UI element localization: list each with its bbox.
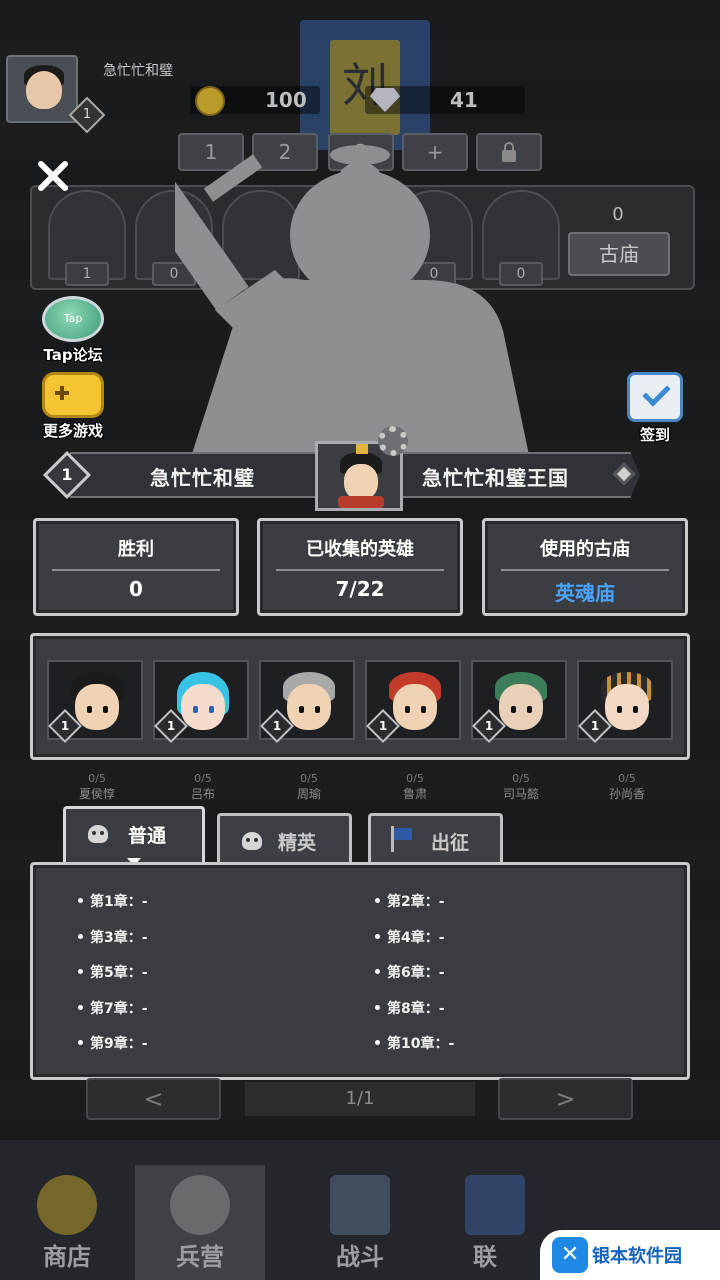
- hero-portrait-face: [181, 684, 225, 730]
- gem-value: 41: [450, 88, 478, 112]
- stat-heroes-value: 7/22: [335, 577, 385, 601]
- dim-hero-count: 0/5: [512, 772, 530, 785]
- calendar-check-icon: [627, 372, 683, 422]
- nav-battle-label: 战斗: [336, 1242, 384, 1271]
- stat-temple-title: 使用的古庙: [540, 539, 630, 560]
- stat-wins-value: 0: [129, 577, 143, 601]
- dim-hero-count: 0/5: [618, 772, 636, 785]
- checkin-button[interactable]: 签到: [610, 372, 700, 445]
- dim-hero-count: 0/5: [194, 772, 212, 785]
- more-games-label: 更多游戏: [42, 422, 103, 440]
- shop-icon: [37, 1175, 97, 1235]
- chapter-item[interactable]: 第7章：-: [78, 998, 148, 1018]
- nav-shop[interactable]: 商店: [2, 1165, 132, 1280]
- tab-normal-label: 普通: [128, 825, 167, 847]
- more-games-button[interactable]: 更多游戏: [28, 372, 118, 441]
- hero-card[interactable]: 1: [153, 660, 249, 743]
- hero-portrait-face: [393, 684, 437, 730]
- gear-icon[interactable]: [378, 426, 408, 456]
- page-indicator: 1/1: [245, 1082, 475, 1116]
- flag-icon: [389, 826, 413, 852]
- kingdom-name: 急忙忙和璧王国: [422, 466, 569, 490]
- dim-hero-name: 吕布: [190, 787, 215, 801]
- stat-heroes-collected: 已收集的英雄 7/22: [257, 518, 463, 616]
- tap-forum-button[interactable]: Tap Tap论坛: [28, 296, 118, 365]
- chapter-item[interactable]: 第3章：-: [78, 927, 148, 947]
- nav-alliance-label: 联: [473, 1242, 497, 1271]
- hero-portrait-face: [75, 684, 119, 730]
- nav-battle[interactable]: 战斗: [295, 1165, 425, 1280]
- hero-card[interactable]: 1: [471, 660, 567, 743]
- prev-page-button[interactable]: <: [86, 1078, 221, 1120]
- tap-icon: Tap: [42, 296, 104, 342]
- gamepad-icon: [42, 372, 104, 418]
- chapter-item[interactable]: 第10章：-: [375, 1033, 454, 1053]
- chapter-item[interactable]: 第6章：-: [375, 962, 445, 982]
- watermark-text: 银本软件园: [592, 1246, 682, 1267]
- dim-hero-count: 0/5: [300, 772, 318, 785]
- stat-heroes-title: 已收集的英雄: [306, 539, 414, 560]
- watermark: ✕ 银本软件园: [540, 1230, 720, 1280]
- next-page-button[interactable]: >: [498, 1078, 633, 1120]
- dim-hero-name: 鲁肃: [402, 787, 427, 801]
- dim-hero-name: 孙尚香: [608, 787, 645, 801]
- watermark-logo-icon: ✕: [552, 1237, 588, 1273]
- gold-value: 100: [265, 88, 307, 112]
- tab-expedition[interactable]: 出征: [368, 813, 503, 863]
- tap-forum-label: Tap论坛: [43, 346, 103, 364]
- temple-button: 古庙: [568, 232, 670, 276]
- stat-temple-value: 英魂庙: [555, 581, 615, 605]
- hero-silhouette: [175, 145, 530, 460]
- hud-player-name: 急忙忙和璧: [103, 63, 173, 79]
- stat-temple-used: 使用的古庙 英魂庙: [482, 518, 688, 616]
- hud-avatar: [6, 55, 78, 123]
- dim-hero-name: 周瑜: [296, 787, 321, 801]
- skull-icon: [88, 825, 108, 843]
- hero-portrait-face: [287, 684, 331, 730]
- nav-alliance[interactable]: 联: [455, 1165, 535, 1280]
- chapter-item[interactable]: 第1章：-: [78, 891, 148, 911]
- banner-icon: [465, 1175, 525, 1235]
- chapter-item[interactable]: 第4章：-: [375, 927, 445, 947]
- tab-normal[interactable]: 普通: [63, 806, 205, 866]
- chapter-item[interactable]: 第9章：-: [78, 1033, 148, 1053]
- hero-card[interactable]: 1: [365, 660, 461, 743]
- collected-heroes-panel: 1 1 1 1 1 1: [30, 633, 690, 760]
- nav-barracks[interactable]: 兵营: [135, 1165, 265, 1280]
- tab-elite[interactable]: 精英: [217, 813, 352, 863]
- checkin-label: 签到: [639, 426, 670, 444]
- stat-wins-title: 胜利: [118, 539, 154, 560]
- dim-hero-count: 0/5: [406, 772, 424, 785]
- skull-icon: [242, 832, 262, 850]
- dim-hero-count: 0/5: [88, 772, 106, 785]
- temple-count: 0: [612, 204, 624, 225]
- nav-shop-label: 商店: [43, 1242, 91, 1271]
- coin-icon: [195, 86, 225, 116]
- nav-barracks-label: 兵营: [176, 1242, 224, 1271]
- player-name: 急忙忙和璧: [150, 466, 255, 490]
- tab-elite-label: 精英: [278, 832, 317, 854]
- close-icon[interactable]: [30, 156, 74, 196]
- hero-card[interactable]: 1: [259, 660, 355, 743]
- dim-hero-name: 夏侯惇: [78, 787, 115, 801]
- chapter-item[interactable]: 第8章：-: [375, 998, 445, 1018]
- dim-hero-name: 司马懿: [502, 787, 539, 801]
- chapter-item[interactable]: 第5章：-: [78, 962, 148, 982]
- hero-portrait-face: [499, 684, 543, 730]
- stat-wins: 胜利 0: [33, 518, 239, 616]
- chapter-item[interactable]: 第2章：-: [375, 891, 445, 911]
- hero-card[interactable]: 1: [577, 660, 673, 743]
- castle-icon: [330, 1175, 390, 1235]
- tab-expedition-label: 出征: [431, 832, 470, 854]
- temple-slot-count: 1: [65, 262, 109, 286]
- helmet-icon: [170, 1175, 230, 1235]
- hero-portrait-face: [605, 684, 649, 730]
- hero-card[interactable]: 1: [47, 660, 143, 743]
